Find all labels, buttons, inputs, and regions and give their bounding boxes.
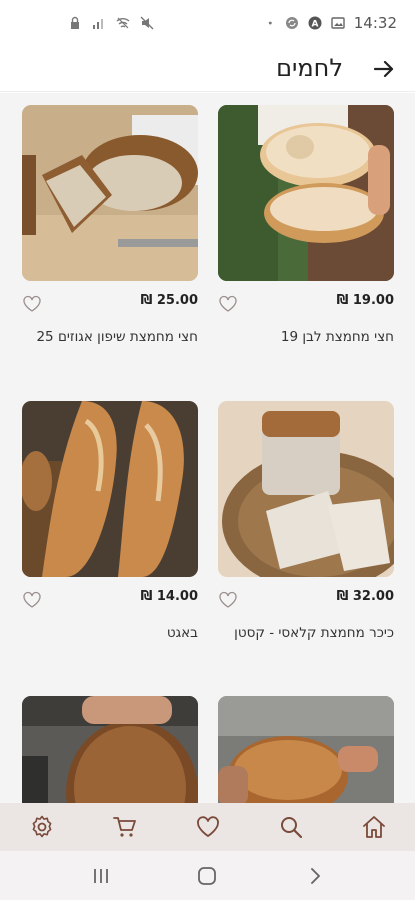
- price-row: 19.00 ₪: [218, 289, 394, 319]
- product-image[interactable]: [218, 105, 394, 281]
- cart-icon[interactable]: [112, 814, 138, 840]
- product-image[interactable]: [218, 401, 394, 577]
- page-title: לחמים: [276, 54, 343, 82]
- product-card[interactable]: 19.00 ₪ חצי מחמצת לבן 19: [218, 105, 394, 345]
- signal-icon: [93, 19, 103, 29]
- status-bar: A 14:32: [0, 0, 415, 46]
- a-badge-icon: A: [308, 16, 322, 30]
- bottom-nav: [0, 803, 415, 851]
- product-card[interactable]: 25.00 ₪ חצי מחמצת שיפון אגוזים 25: [22, 105, 198, 345]
- settings-icon[interactable]: [29, 814, 55, 840]
- heart-icon[interactable]: [218, 295, 238, 313]
- price-row: 32.00 ₪: [218, 585, 394, 615]
- product-name[interactable]: חצי מחמצת לבן 19: [218, 329, 394, 345]
- product-name[interactable]: כיכר מחמצת קלאסי - קסטן: [218, 625, 394, 641]
- product-card[interactable]: [22, 696, 198, 803]
- product-name[interactable]: באגט: [22, 625, 198, 641]
- home-icon[interactable]: [361, 814, 387, 840]
- price-row: 25.00 ₪: [22, 289, 198, 319]
- back-chevron-icon[interactable]: [304, 865, 326, 887]
- status-icons-right: A 14:32: [268, 14, 397, 32]
- wifi-icon: [116, 17, 130, 29]
- product-image[interactable]: [22, 105, 198, 281]
- product-price: 19.00 ₪: [336, 293, 394, 308]
- product-name[interactable]: חצי מחמצת שיפון אגוזים 25: [22, 329, 198, 345]
- product-price: 14.00 ₪: [140, 589, 198, 604]
- image-icon: [331, 17, 345, 29]
- product-price: 25.00 ₪: [140, 293, 198, 308]
- recent-apps-icon[interactable]: [90, 865, 112, 887]
- sync-icon: [285, 17, 298, 29]
- price-row: 14.00 ₪: [22, 585, 198, 615]
- status-time: 14:32: [353, 14, 397, 32]
- app-bar: לחמים: [0, 46, 415, 92]
- status-icons-left: [68, 16, 154, 30]
- product-price: 32.00 ₪: [336, 589, 394, 604]
- home-circle-icon[interactable]: [196, 865, 218, 887]
- product-image[interactable]: [22, 696, 198, 803]
- dot-icon: [268, 21, 272, 25]
- mute-icon: [140, 16, 154, 30]
- heart-icon[interactable]: [22, 591, 42, 609]
- search-icon[interactable]: [278, 814, 304, 840]
- product-image[interactable]: [218, 696, 394, 803]
- product-card[interactable]: 14.00 ₪ באגט: [22, 401, 198, 641]
- product-image[interactable]: [22, 401, 198, 577]
- product-card[interactable]: 32.00 ₪ כיכר מחמצת קלאסי - קסטן: [218, 401, 394, 641]
- product-card[interactable]: [218, 696, 394, 803]
- arrow-right-icon[interactable]: [371, 56, 397, 82]
- system-nav-bar: [0, 851, 415, 900]
- heart-icon[interactable]: [22, 295, 42, 313]
- product-grid: 19.00 ₪ חצי מחמצת לבן 19 25.00 ₪ חצי מחמ…: [0, 93, 415, 803]
- svg-text:A: A: [311, 20, 318, 30]
- heart-icon[interactable]: [218, 591, 238, 609]
- lock-icon: [71, 16, 79, 29]
- heart-icon[interactable]: [195, 814, 221, 840]
